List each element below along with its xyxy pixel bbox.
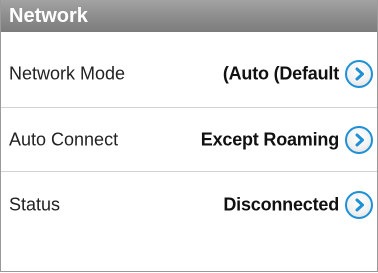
network-panel: Network Network Mode (Auto (Default Auto… [0,0,378,272]
chevron-right-icon[interactable] [345,59,373,88]
chevron-right-icon[interactable] [345,191,373,219]
chevron-right-glyph [355,133,364,146]
chevron-right-glyph [355,198,364,212]
auto-connect-value: Except Roaming [200,129,339,149]
status-row[interactable]: Status Disconnected [1,172,377,238]
network-mode-row[interactable]: Network Mode (Auto (Default [1,40,377,108]
status-value: Disconnected [223,194,339,215]
network-mode-value: (Auto (Default [222,63,339,83]
chevron-right-glyph [355,67,364,80]
chevron-right-icon[interactable] [345,125,373,154]
status-label: Status [9,194,61,215]
panel-header: Network [1,0,377,32]
network-mode-label: Network Mode [9,63,126,83]
auto-connect-label: Auto Connect [9,129,119,149]
auto-connect-row[interactable]: Auto Connect Except Roaming [1,108,377,172]
